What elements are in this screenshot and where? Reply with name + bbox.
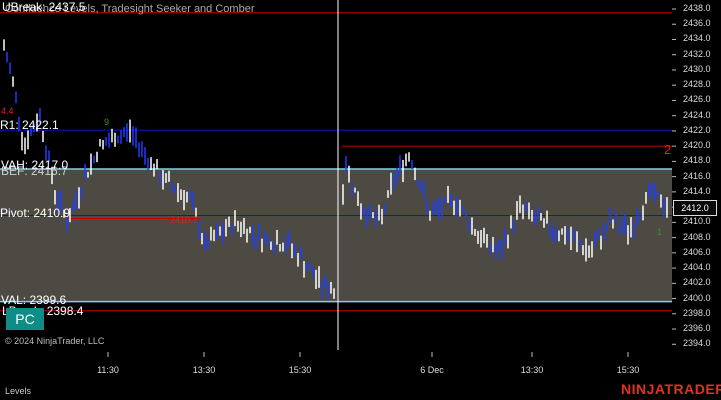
- ubreak-label: UBreak: 2437.5: [2, 0, 86, 14]
- r1-flag: 4.4: [1, 106, 14, 116]
- ninjatrader-logo: NINJATRADER: [621, 381, 721, 397]
- green-count-marker: 1: [657, 227, 663, 237]
- tab-levels[interactable]: Levels: [5, 387, 31, 396]
- bottom-tab-bar: Levels NINJATRADER: [0, 382, 721, 400]
- vah-label: VAH: 2417.0: [1, 158, 69, 172]
- red-count-marker: 2: [664, 142, 672, 157]
- price-chart[interactable]: [0, 0, 721, 400]
- mid-flag: 2410.7: [170, 215, 198, 225]
- seeker-count-marker: 9: [104, 117, 110, 127]
- pivot-label: Pivot: 2410.9: [0, 206, 71, 220]
- r1-label: R1: 2422.1: [0, 118, 59, 132]
- copyright-text: © 2024 NinjaTrader, LLC: [5, 336, 105, 346]
- chart-window: Confluence Levels, Tradesight Seeker and…: [0, 0, 721, 400]
- pc-button[interactable]: PC: [6, 308, 44, 330]
